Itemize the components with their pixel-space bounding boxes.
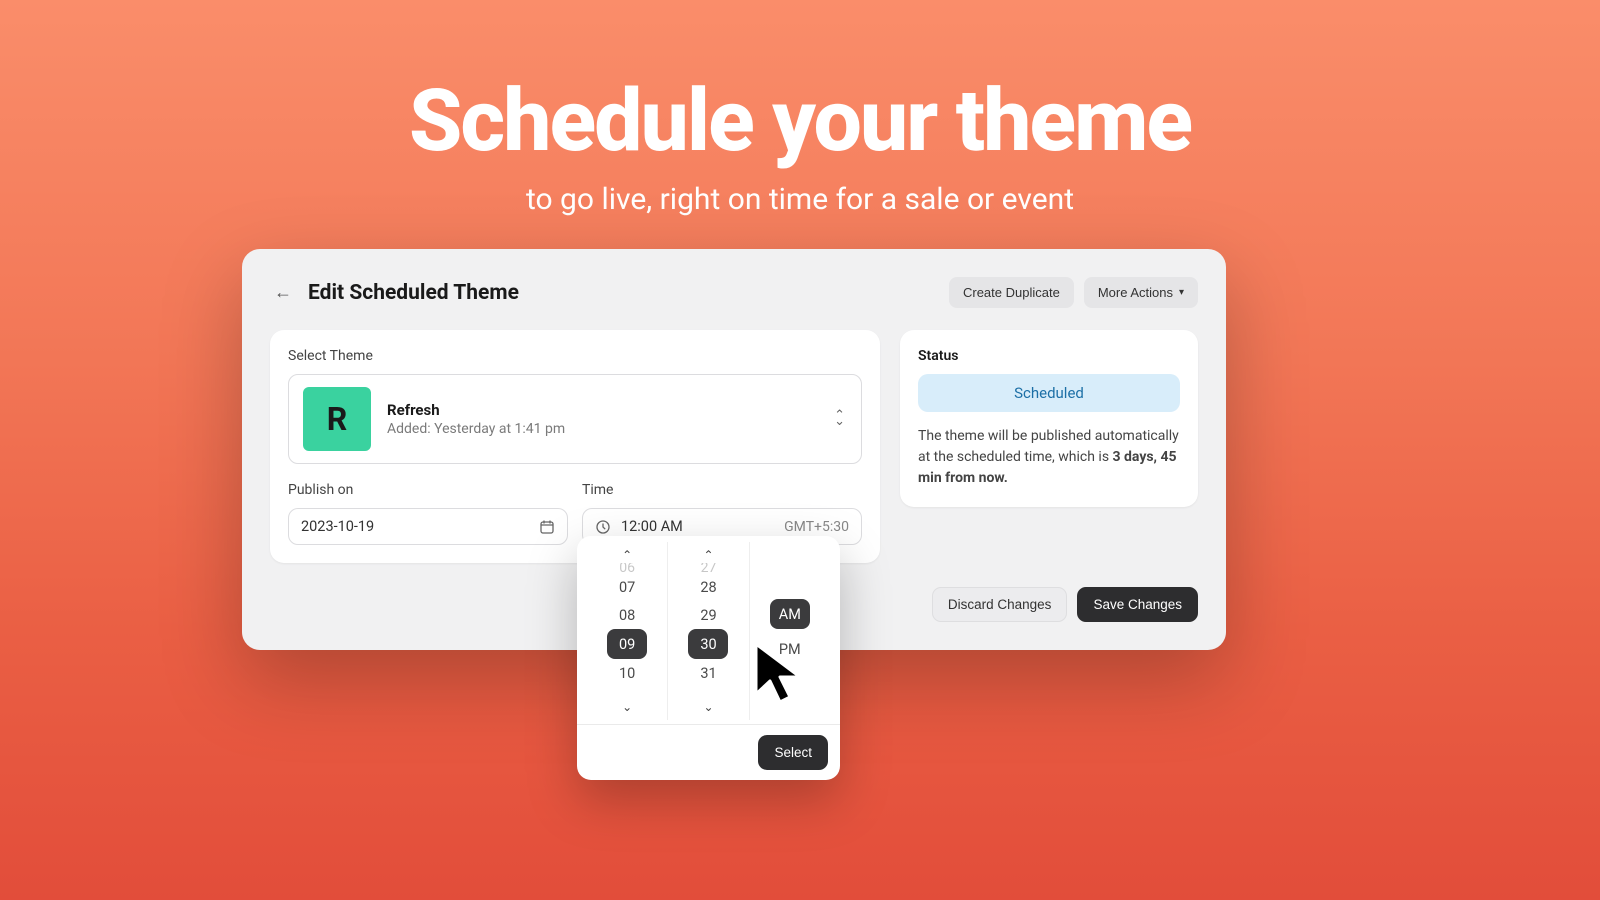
- wheel-item[interactable]: 28: [700, 573, 716, 601]
- select-button[interactable]: Select: [758, 735, 828, 770]
- status-label: Status: [918, 348, 1180, 364]
- theme-thumbnail: R: [303, 387, 371, 451]
- card-header: ← Edit Scheduled Theme Create Duplicate …: [270, 277, 1198, 308]
- publish-date-value: 2023-10-19: [301, 518, 374, 535]
- status-panel: Status Scheduled The theme will be publi…: [900, 330, 1198, 507]
- save-changes-button[interactable]: Save Changes: [1077, 587, 1198, 622]
- time-label: Time: [582, 482, 862, 498]
- hero-title: Schedule your theme: [0, 78, 1600, 164]
- time-value: 12:00 AM: [621, 518, 683, 535]
- chevron-down-icon: ▾: [1179, 287, 1184, 298]
- theme-selector[interactable]: R Refresh Added: Yesterday at 1:41 pm ⌃⌄: [288, 374, 862, 464]
- chevron-up-icon[interactable]: ⌃: [703, 546, 713, 563]
- discard-changes-button[interactable]: Discard Changes: [932, 587, 1068, 622]
- select-caret-icon: ⌃⌄: [834, 413, 845, 426]
- hero-section: Schedule your theme to go live, right on…: [0, 0, 1600, 217]
- theme-added-line: Added: Yesterday at 1:41 pm: [387, 421, 565, 437]
- select-theme-label: Select Theme: [288, 348, 862, 364]
- clock-icon: [595, 519, 611, 535]
- page-title: Edit Scheduled Theme: [308, 281, 519, 305]
- back-arrow-icon[interactable]: ←: [270, 278, 296, 307]
- minute-wheel[interactable]: ⌃ 2728293031 ⌄: [668, 542, 749, 720]
- wheel-item[interactable]: 30: [688, 629, 728, 659]
- theme-panel: Select Theme R Refresh Added: Yesterday …: [270, 330, 880, 563]
- wheel-item: 06: [619, 563, 635, 573]
- ampm-option[interactable]: PM: [779, 635, 801, 663]
- wheel-item[interactable]: 10: [619, 659, 635, 687]
- chevron-up-icon[interactable]: ⌃: [622, 546, 632, 563]
- timezone-label: GMT+5:30: [784, 519, 849, 535]
- wheel-item[interactable]: 08: [619, 601, 635, 629]
- publish-on-label: Publish on: [288, 482, 568, 498]
- calendar-icon: [539, 519, 555, 535]
- theme-name: Refresh: [387, 401, 565, 419]
- more-actions-label: More Actions: [1098, 285, 1173, 300]
- more-actions-button[interactable]: More Actions ▾: [1084, 277, 1198, 308]
- time-picker-popover: ⌃ 0607080910 ⌄ ⌃ 2728293031 ⌄ AM PM Selec…: [577, 536, 840, 780]
- chevron-down-icon[interactable]: ⌄: [703, 699, 713, 716]
- hour-wheel[interactable]: ⌃ 0607080910 ⌄: [587, 542, 668, 720]
- wheel-item[interactable]: 29: [700, 601, 716, 629]
- wheel-item: 27: [701, 563, 717, 573]
- chevron-down-icon[interactable]: ⌄: [622, 699, 632, 716]
- wheel-item[interactable]: 31: [700, 659, 716, 687]
- hero-subtitle: to go live, right on time for a sale or …: [0, 182, 1600, 217]
- wheel-item[interactable]: 09: [607, 629, 647, 659]
- create-duplicate-button[interactable]: Create Duplicate: [949, 277, 1074, 308]
- publish-date-input[interactable]: 2023-10-19: [288, 508, 568, 545]
- status-text: The theme will be published automaticall…: [918, 426, 1180, 489]
- ampm-option[interactable]: AM: [770, 599, 810, 629]
- wheel-item[interactable]: 07: [619, 573, 635, 601]
- ampm-wheel[interactable]: AM PM: [750, 542, 830, 720]
- status-badge: Scheduled: [918, 374, 1180, 412]
